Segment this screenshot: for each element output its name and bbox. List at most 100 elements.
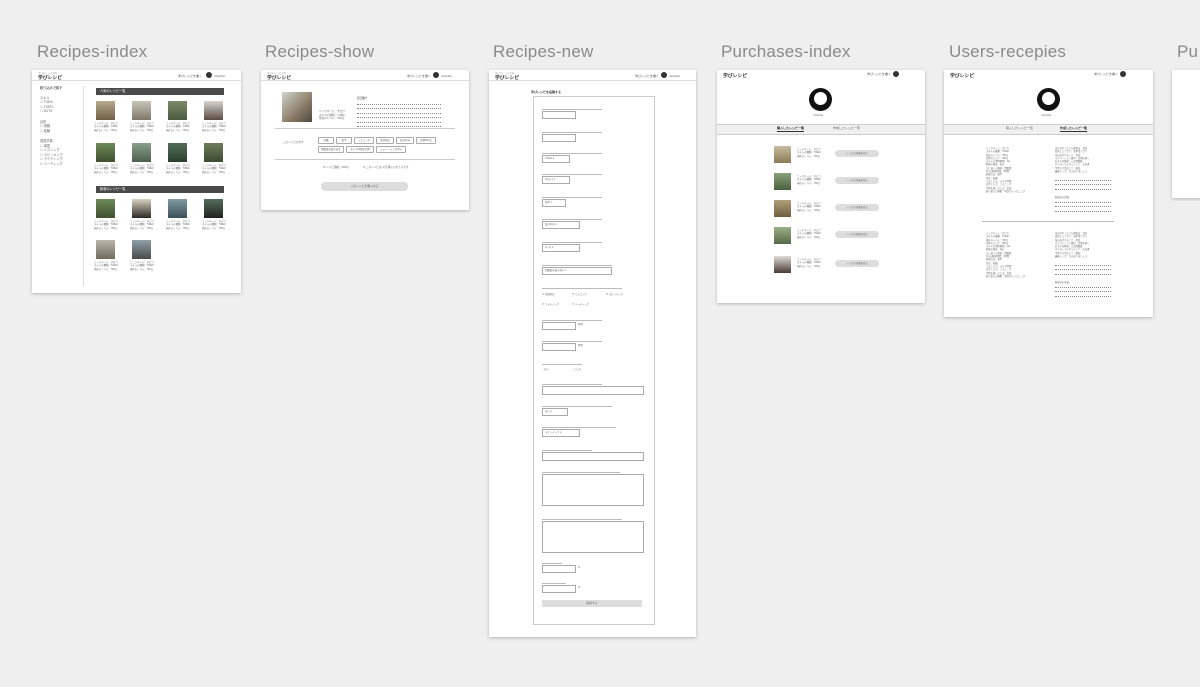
user-avatar-icon[interactable]: [893, 71, 899, 77]
recipe-detail-button[interactable]: レシピの詳細を見る: [835, 177, 879, 184]
new-recipe-link[interactable]: 学びレシピを書く: [635, 74, 659, 78]
artboard-recipes-show[interactable]: 学びのレシピ共有 学びレシピ 学びレシピを書く minoriha ニックネーム：…: [261, 70, 469, 210]
textarea-field[interactable]: [542, 474, 644, 506]
tag-chip[interactable]: 目標800点: [416, 137, 436, 144]
recipe-card-photo[interactable]: [168, 143, 187, 162]
recipe-detail-button[interactable]: レシピの詳細を見る: [835, 150, 879, 157]
purchase-row-photo[interactable]: [774, 256, 791, 273]
recipe-card-photo[interactable]: [168, 101, 187, 120]
submit-button[interactable]: 投稿する: [542, 600, 642, 607]
user-avatar-icon[interactable]: [433, 72, 439, 78]
purchase-row-photo[interactable]: [774, 227, 791, 244]
filter-option[interactable]: ☐ リーディング: [40, 162, 82, 167]
text-field[interactable]: [542, 452, 644, 461]
recipe-card-photo[interactable]: [168, 199, 187, 218]
user-avatar-icon[interactable]: [1120, 71, 1126, 77]
recipe-summary-left: ニックネーム：タロウ スキルの種類：TOEIC 現在のレベル：780点 目標のスコア：…: [986, 148, 1026, 193]
purchase-count-checkbox[interactable]: ☑ このレシピは 3 回 購入されています: [363, 166, 408, 171]
select-frequency[interactable]: 毎日30分 ▾: [542, 221, 580, 229]
recipe-detail-button[interactable]: レシピの詳細を見る: [835, 204, 879, 211]
question-label: [542, 284, 622, 289]
recipe-card-photo[interactable]: [132, 101, 151, 120]
new-recipe-link[interactable]: 学びレシピを書く: [178, 74, 202, 78]
recipe-card-photo[interactable]: [204, 199, 223, 218]
purchase-row-photo[interactable]: [774, 146, 791, 163]
tag-chip[interactable]: 毎日30分: [396, 137, 414, 144]
tag-chip[interactable]: 問題集を繰り返す: [318, 146, 344, 153]
artboard-users-recepies[interactable]: 学びレシピ 学びレシピを書く minoriha 購入したレシピ一覧 作成したレシ…: [944, 70, 1153, 317]
site-logo[interactable]: 学びレシピ: [723, 72, 747, 79]
tab-created[interactable]: 作成したレシピ一覧: [833, 126, 860, 131]
radio-option[interactable]: ○ いいえ: [572, 368, 581, 373]
checkbox-option[interactable]: ☐ スピーキング: [606, 293, 623, 298]
checkbox-option[interactable]: ☐ リーディング: [572, 303, 589, 308]
recipe-card-photo[interactable]: [204, 101, 223, 120]
textarea-field[interactable]: [542, 521, 644, 553]
site-logo[interactable]: 学びレシピ: [267, 74, 291, 81]
hours-field[interactable]: [542, 322, 576, 330]
percent-field[interactable]: [542, 585, 576, 593]
tag-chip[interactable]: スキマ時間を活用: [346, 146, 374, 153]
site-logo[interactable]: 学びレシピ: [950, 72, 974, 79]
artboard-cut-off[interactable]: [1172, 70, 1200, 198]
question-label: [542, 579, 566, 584]
recipe-card-photo[interactable]: [132, 143, 151, 162]
new-recipe-link[interactable]: 学びレシピを書く: [1094, 72, 1118, 76]
new-recipe-link[interactable]: 学びレシピを書く: [867, 72, 891, 76]
tab-created[interactable]: 作成したレシピ一覧: [1060, 126, 1088, 132]
select-skill[interactable]: TOEIC ▾: [542, 155, 570, 163]
checkbox-option[interactable]: ☐ 単語暗記: [542, 293, 554, 298]
filter-option[interactable]: ☐ IELTS: [40, 109, 82, 114]
tag-chip[interactable]: シャドーイング中心: [376, 146, 406, 153]
tag-chip[interactable]: 就職: [318, 137, 334, 144]
tag-chip[interactable]: 独学: [336, 137, 352, 144]
tab-bar: [944, 124, 1153, 135]
recipe-card-photo[interactable]: [96, 240, 115, 259]
recipe-detail-button[interactable]: レシピの詳細を見る: [835, 260, 879, 267]
text-field[interactable]: [542, 386, 644, 395]
recipe-card-photo[interactable]: [96, 143, 115, 162]
recipe-card-photo[interactable]: [132, 199, 151, 218]
tab-purchased[interactable]: 購入したレシピ一覧: [1006, 126, 1033, 131]
purchase-row-photo[interactable]: [774, 200, 791, 217]
percent-field[interactable]: [542, 565, 576, 573]
purchase-row-photo[interactable]: [774, 173, 791, 190]
question-label: [542, 515, 622, 520]
radio-option[interactable]: ○ はい: [542, 368, 549, 373]
question-label: [542, 380, 602, 385]
select-focus-skill[interactable]: スピーキング ▾: [542, 429, 580, 437]
user-avatar-icon[interactable]: [661, 72, 667, 78]
new-recipe-link[interactable]: 学びレシピを書く: [407, 74, 431, 78]
tag-chip[interactable]: 単語暗記: [376, 137, 394, 144]
checkbox-option[interactable]: ☐ リスニング: [572, 293, 587, 298]
recipe-card-photo[interactable]: [132, 240, 151, 259]
filter-option[interactable]: ☐ 転職: [40, 129, 82, 134]
site-logo[interactable]: 学びレシピ: [495, 74, 519, 81]
user-avatar-icon[interactable]: [206, 72, 212, 78]
price-checkbox[interactable]: ☑ レシピ価格：500円: [323, 166, 349, 171]
hours-field[interactable]: [542, 343, 576, 351]
recipe-card-info: ニックネーム：タロウ スキルの種類：TOEIC 現在のレベル：780点: [166, 220, 190, 230]
recipe-card-photo[interactable]: [96, 101, 115, 120]
frame-title-users-recepies: Users-recepies: [949, 42, 1067, 61]
recipe-card-photo[interactable]: [96, 199, 115, 218]
select-duration[interactable]: 2ヶ月 ▾: [542, 244, 580, 252]
select-yesno[interactable]: はい ▾: [542, 408, 568, 416]
artboard-recipes-index[interactable]: 学びのレシピ共有 学びレシピ 学びレシピを書く minoriha 絞り込みで探す…: [32, 70, 241, 293]
artboard-purchases-index[interactable]: 学びレシピ 学びレシピを書く minoriha 購入したレシピ一覧 作成したレシ…: [717, 70, 925, 303]
text-field[interactable]: [542, 134, 576, 142]
checkbox-option[interactable]: ☐ ライティング: [542, 303, 559, 308]
site-logo[interactable]: 学びレシピ: [38, 74, 62, 81]
artboard-recipes-new[interactable]: 学びのレシピ共有 学びレシピ 学びレシピを書く minoriha 学びレシピを投…: [489, 70, 696, 637]
select-material[interactable]: 問題集を繰り返す ▾: [542, 267, 612, 275]
buy-recipe-button[interactable]: このレシピを購入する: [321, 182, 408, 191]
tab-purchased[interactable]: 購入したレシピ一覧: [777, 126, 805, 132]
tag-chip[interactable]: リスニング: [354, 137, 374, 144]
text-field[interactable]: [542, 111, 576, 119]
recipe-card-photo[interactable]: [204, 143, 223, 162]
site-header: 学びのレシピ共有 学びレシピ 学びレシピを書く minoriha: [489, 70, 696, 81]
purchase-row-info: ニックネーム：タロウ スキルの種類：TOEIC 現在のレベル：780点: [797, 258, 821, 268]
select-method[interactable]: 独学 ▾: [542, 199, 566, 207]
select-period[interactable]: 1年以上 ▾: [542, 176, 570, 184]
recipe-detail-button[interactable]: レシピの詳細を見る: [835, 231, 879, 238]
